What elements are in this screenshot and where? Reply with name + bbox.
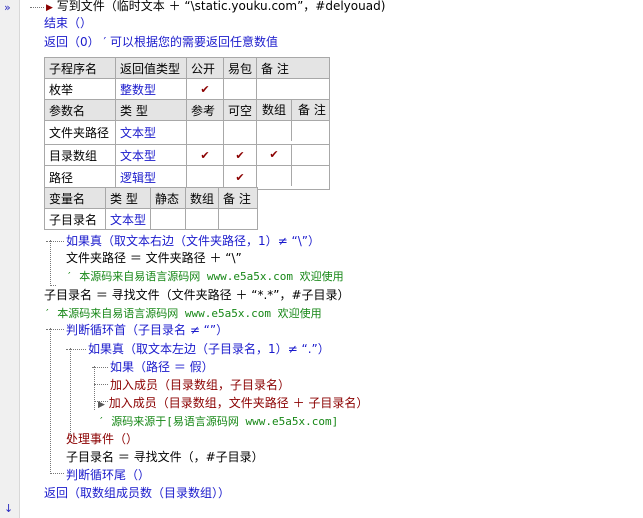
code-line-comment[interactable]: ′ 本源码来自易语言源码网 www.e5a5x.com 欢迎使用 [66,268,344,284]
code-line-if-true-inner[interactable]: 如果真（取文本左边（子目录名，1）≠ “.”） [88,341,330,357]
ref-check-icon[interactable]: ✔ [186,144,224,166]
header-remark: 备 注 [256,57,331,79]
epkg-cell[interactable] [222,78,258,100]
optional-check-icon[interactable]: ✔ [222,165,258,190]
code-line-loop-start[interactable]: 判断循环首（子目录名 ≠ “”） [66,322,228,338]
code-line-add-member-path[interactable]: ▶ 加入成员（目录数组，文件夹路径 ＋ 子目录名） [98,395,368,411]
code-line-loop-end[interactable]: 判断循环尾（） [66,467,150,483]
editor-gutter: » ↓ [0,0,20,518]
code-line-find-file[interactable]: 子目录名 ＝ 寻找文件（文件夹路径 ＋ “*.*”，#子目录） [44,287,350,303]
variable-table: 变量名 类 型 静态 数组 备 注 子目录名 文本型 [44,187,259,230]
code-line-comment[interactable]: ′ 源码来源于[易语言源码网 www.e5a5x.com] [98,413,338,429]
fold-arrow-icon[interactable]: » [4,2,11,14]
header-sub-name: 子程序名 [44,57,116,79]
code-line-assign-path[interactable]: 文件夹路径 ＝ 文件夹路径 ＋ “\” [66,250,242,266]
code-line-do-events[interactable]: 处理事件（） [66,431,138,447]
code-line-comment[interactable]: ′ 本源码来自易语言源码网 www.e5a5x.com 欢迎使用 [44,305,322,321]
param-row[interactable]: 文件夹路径 文本型 [44,120,331,145]
header-return-type: 返回值类型 [115,57,187,79]
header-static: 静态 [150,187,187,209]
expand-arrow-icon: ▶ [46,3,53,13]
optional-check-icon[interactable]: ✔ [222,144,258,166]
header-param-type: 类 型 [115,99,187,121]
code-line-find-next[interactable]: 子目录名 ＝ 寻找文件（，#子目录） [66,449,264,465]
header-array-remark: 数组备 注 [256,99,331,121]
code-line-return-count[interactable]: 返回（取数组成员数（目录数组）） [44,485,230,501]
header-ref: 参考 [186,99,224,121]
code-line-end[interactable]: 结束（） [44,15,92,31]
down-arrow-icon: ↓ [4,502,14,515]
sub-remark-cell[interactable] [256,78,331,100]
header-var-type: 类 型 [104,187,152,209]
public-check-icon[interactable]: ✔ [186,78,224,100]
header-var-remark: 备 注 [218,187,259,209]
header-epkg: 易包 [222,57,258,79]
header-var-name: 变量名 [44,187,106,209]
param-row[interactable]: 目录数组 文本型 ✔ ✔ ✔ [44,144,331,166]
code-line-return[interactable]: 返回（0） ′ 可以根据您的需要返回任意数值 [44,34,278,50]
code-line-if[interactable]: 如果（路径 ＝ 假） [110,359,214,375]
code-line-write-file[interactable]: ▶ 写到文件（临时文本 ＋ “\static.youku.com”，#delyo… [46,0,385,14]
header-var-array: 数组 [185,187,220,209]
expand-arrow-icon: ▶ [98,400,105,410]
sub-name-cell[interactable]: 枚举 [44,78,116,100]
header-param-name: 参数名 [44,99,116,121]
code-line-add-member[interactable]: 加入成员（目录数组，子目录名） [110,377,290,393]
param-row[interactable]: 路径 逻辑型 ✔ [44,165,331,190]
subroutine-table: 子程序名 返回值类型 公开 易包 备 注 枚举 整数型 ✔ 参数名 类 型 参考… [44,57,331,190]
array-check-icon: ✔ [257,145,293,165]
code-line-if-true[interactable]: 如果真（取文本右边（文件夹路径，1）≠ “\”） [66,233,320,249]
var-row[interactable]: 子目录名 文本型 [44,208,259,230]
header-optional: 可空 [222,99,258,121]
header-public: 公开 [186,57,224,79]
sub-return-type-cell[interactable]: 整数型 [115,78,187,100]
